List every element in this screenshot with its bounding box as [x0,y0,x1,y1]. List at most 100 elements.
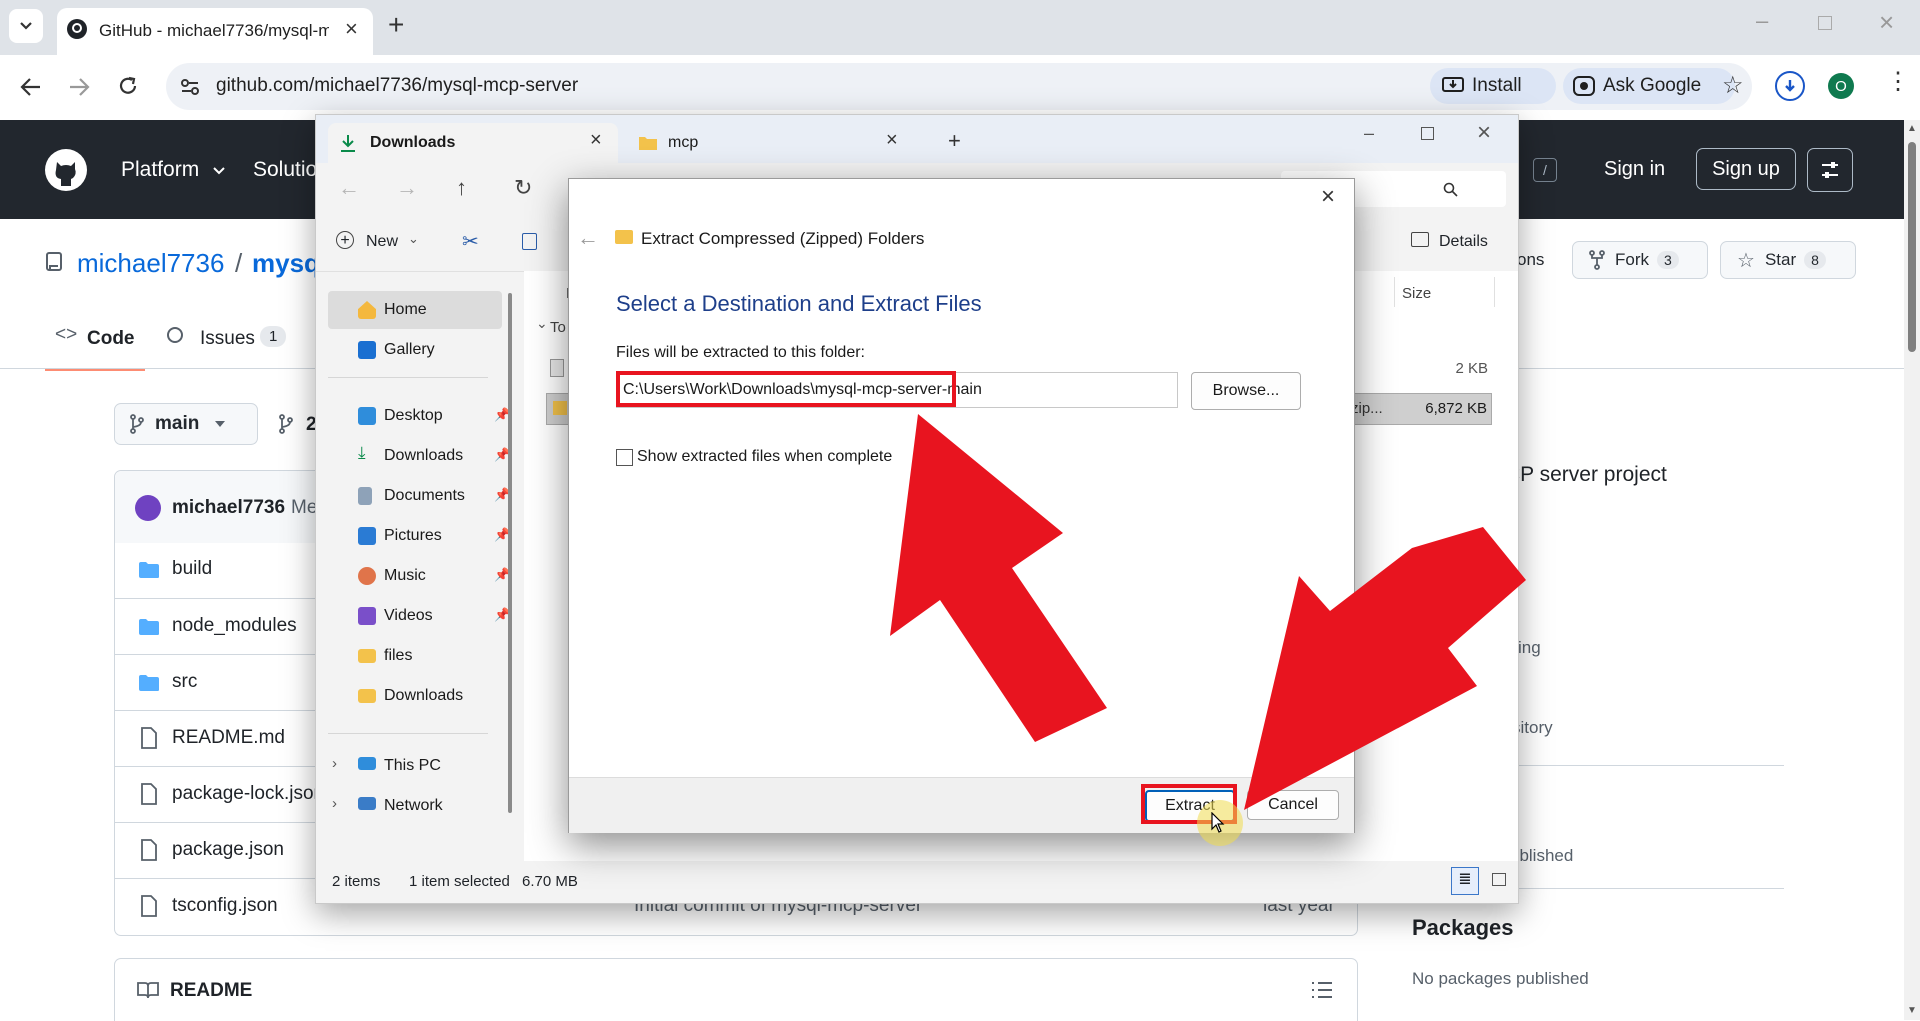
close-window-icon[interactable]: × [1879,7,1894,38]
browse-button[interactable]: Browse... [1191,372,1301,410]
close-icon[interactable]: × [590,129,602,152]
show-files-label[interactable]: Show extracted files when complete [637,448,892,466]
minimize-icon[interactable]: – [1364,123,1374,144]
fork-button[interactable]: Fork 3 [1572,241,1708,279]
sliders-icon [1822,162,1838,178]
show-files-checkbox[interactable] [616,449,633,466]
nav-item-home[interactable]: Home [328,291,502,329]
nav-scrollbar[interactable] [508,293,512,813]
file-name[interactable]: README.md [172,727,285,749]
commit-author[interactable]: michael7736 [172,497,285,519]
profile-avatar[interactable]: O [1828,73,1854,99]
details-pane-button[interactable]: Details [1409,229,1509,259]
nav-item-videos[interactable]: Videos 📌 [328,597,510,635]
sign-up-button[interactable]: Sign up [1696,148,1796,190]
branch-selector[interactable]: main [114,403,258,445]
chevron-down-icon: ⌄ [408,231,419,246]
back-arrow-icon[interactable]: ← [338,175,360,201]
install-app-button[interactable]: Install [1430,68,1556,104]
file-name[interactable]: package.json [172,839,284,861]
close-window-icon[interactable]: × [1477,119,1491,147]
refresh-icon[interactable]: ↻ [514,175,532,201]
chevron-down-icon [213,167,225,175]
packages-heading[interactable]: Packages [1412,915,1514,941]
settings-sliders-button[interactable] [1807,148,1853,192]
file-name[interactable]: node_modules [172,615,297,637]
bookmark-star-icon[interactable]: ☆ [1722,71,1744,100]
url-text[interactable]: github.com/michael7736/mysql-mcp-server [216,75,578,97]
nav-item-downloads[interactable]: ⤓ Downloads 📌 [328,437,510,475]
star-button[interactable]: ☆ Star 8 [1720,241,1856,279]
expand-chevron-icon: › [332,755,337,772]
page-scrollbar[interactable]: ▲ ▼ [1904,120,1920,1020]
nav-item-this-pc[interactable]: › This PC [328,747,502,785]
nav-platform[interactable]: Platform [121,158,199,182]
tab-code[interactable]: <> Code [45,318,145,371]
file-name[interactable]: src [172,671,197,693]
ask-google-button[interactable]: Ask Google [1563,68,1735,104]
nav-solutions[interactable]: Solutio [253,158,317,182]
group-header-partial[interactable]: To [550,319,566,336]
file-name[interactable]: tsconfig.json [172,895,278,917]
nav-item-documents[interactable]: Documents 📌 [328,477,510,515]
explorer-tab-mcp[interactable]: mcp × [626,123,916,163]
maximize-icon[interactable] [1421,127,1434,140]
back-arrow-icon[interactable]: ← [577,225,599,251]
nav-item-gallery[interactable]: Gallery [328,331,502,369]
cut-icon[interactable]: ✂ [462,229,479,254]
nav-item-music[interactable]: Music 📌 [328,557,510,595]
file-name[interactable]: build [172,558,212,580]
repo-options-partial[interactable]: ons [1517,250,1544,270]
details-view-icon[interactable]: ≣ [1451,867,1479,895]
restore-icon[interactable] [1818,16,1832,30]
sign-in-link[interactable]: Sign in [1604,158,1665,181]
github-logo-icon[interactable] [44,148,88,192]
scrollbar-thumb[interactable] [1908,142,1916,352]
cancel-button[interactable]: Cancel [1247,790,1339,820]
nav-item-network[interactable]: › Network [328,787,502,825]
new-tab-button[interactable]: + [948,128,961,154]
explorer-tab-downloads[interactable]: Downloads × [328,123,618,163]
search-slash-key[interactable]: / [1533,158,1557,182]
collapse-chevron-icon[interactable]: ⌄ [536,315,548,332]
scroll-down-arrow-icon[interactable]: ▼ [1907,1005,1917,1016]
column-header-size[interactable]: Size [1402,285,1431,302]
nav-item-pictures[interactable]: Pictures 📌 [328,517,510,555]
nav-item-label: Music [384,567,426,584]
file-name[interactable]: package-lock.json [172,783,324,805]
chrome-menu-icon[interactable]: ⋮ [1886,70,1910,94]
forward-arrow-icon[interactable]: → [396,175,418,201]
github-favicon-icon [67,19,87,39]
readme-label[interactable]: README [170,980,252,1002]
browser-tab-active[interactable]: GitHub - michael7736/mysql-m × [57,8,373,55]
new-tab-button[interactable]: + [388,9,404,41]
about-fragment-1[interactable]: ing [1518,638,1541,658]
nav-item-desktop[interactable]: Desktop 📌 [328,397,510,435]
tab-search-button[interactable] [9,9,43,43]
downloads-icon[interactable] [1775,71,1805,101]
nav-item-downloads-folder[interactable]: Downloads [328,677,502,715]
reload-icon[interactable] [117,75,139,97]
forward-arrow-icon[interactable] [68,77,90,97]
site-settings-icon[interactable] [180,77,200,97]
close-icon[interactable]: × [1321,183,1335,211]
new-button[interactable]: + New ⌄ [336,229,422,259]
commit-message-partial[interactable]: Me [291,497,317,519]
tab-issues[interactable]: Issues 1 [165,318,295,368]
repo-owner-link[interactable]: michael7736 [77,248,224,279]
scroll-up-arrow-icon[interactable]: ▲ [1907,123,1917,134]
tab-issues-label: Issues [200,328,255,349]
minimize-icon[interactable]: – [1756,8,1768,34]
close-icon[interactable]: × [886,129,898,152]
outline-list-icon[interactable] [1311,981,1333,999]
back-arrow-icon[interactable] [20,77,42,97]
nav-item-files[interactable]: files [328,637,502,675]
address-bar[interactable]: github.com/michael7736/mysql-mcp-server … [166,63,1752,110]
up-arrow-icon[interactable]: ↑ [456,175,467,201]
tiles-view-icon[interactable] [1492,873,1506,886]
tab-close-icon[interactable]: × [345,16,358,42]
branches-icon[interactable] [278,414,294,434]
documents-icon [358,487,372,505]
repo-name-link[interactable]: mysq [252,248,320,279]
copy-icon[interactable] [522,233,537,250]
